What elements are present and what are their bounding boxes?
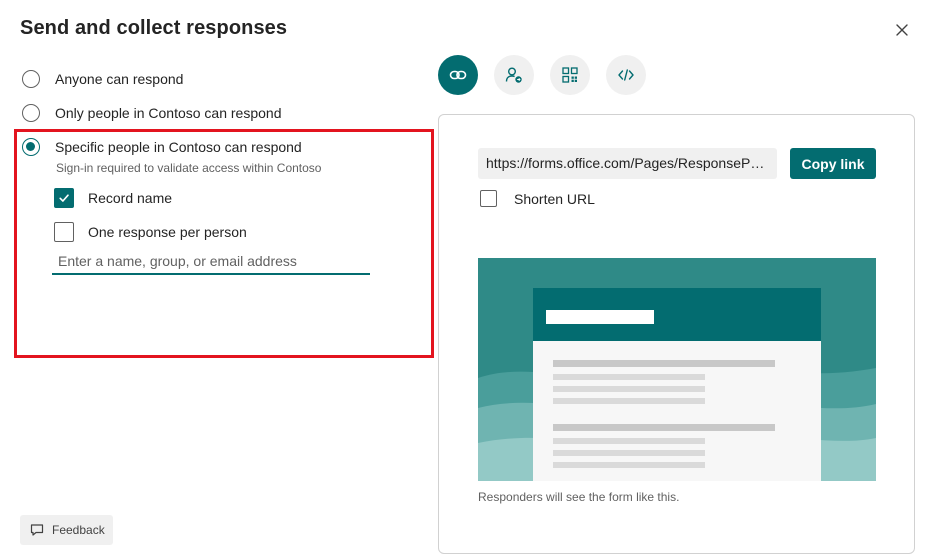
embed-code-icon [618, 69, 634, 81]
radio-anyone-label: Anyone can respond [55, 71, 184, 87]
radio-specific-people[interactable]: Specific people in Contoso can respond [22, 138, 302, 156]
one-response-option[interactable]: One response per person [54, 222, 247, 242]
qr-code-icon [562, 67, 578, 83]
record-name-option[interactable]: Record name [54, 188, 172, 208]
copy-link-button[interactable]: Copy link [790, 148, 876, 179]
link-icon [449, 70, 467, 80]
one-response-checkbox[interactable] [54, 222, 74, 242]
form-preview-image [478, 258, 876, 481]
tab-qr-code[interactable] [550, 55, 590, 95]
feedback-icon [30, 524, 44, 536]
people-picker-input[interactable] [52, 248, 370, 275]
close-button[interactable] [892, 20, 912, 40]
close-icon [896, 24, 908, 36]
radio-anyone[interactable]: Anyone can respond [22, 70, 183, 88]
preview-caption: Responders will see the form like this. [478, 490, 680, 504]
feedback-label: Feedback [52, 523, 105, 537]
record-name-label: Record name [88, 190, 173, 206]
shorten-url-checkbox[interactable] [480, 190, 497, 207]
shorten-url-label: Shorten URL [514, 190, 595, 207]
tab-link[interactable] [438, 55, 478, 95]
preview-illustration [478, 258, 876, 481]
radio-organization[interactable]: Only people in Contoso can respond [22, 104, 281, 122]
radio-organization-label: Only people in Contoso can respond [55, 105, 282, 121]
radio-specific-people-circle[interactable] [22, 138, 40, 156]
tab-embed[interactable] [606, 55, 646, 95]
tab-invite[interactable] [494, 55, 534, 95]
radio-anyone-circle[interactable] [22, 70, 40, 88]
feedback-button[interactable]: Feedback [20, 515, 113, 545]
shorten-url-option[interactable]: Shorten URL [480, 190, 595, 207]
one-response-label: One response per person [88, 224, 247, 240]
checkmark-icon [59, 194, 69, 202]
person-share-icon [505, 67, 522, 83]
radio-organization-circle[interactable] [22, 104, 40, 122]
sign-in-note: Sign-in required to validate access with… [56, 161, 322, 175]
record-name-checkbox[interactable] [54, 188, 74, 208]
form-link-field[interactable]: https://forms.office.com/Pages/ResponseP… [478, 148, 777, 179]
dialog-title: Send and collect responses [20, 17, 288, 39]
radio-specific-people-label: Specific people in Contoso can respond [55, 139, 302, 155]
